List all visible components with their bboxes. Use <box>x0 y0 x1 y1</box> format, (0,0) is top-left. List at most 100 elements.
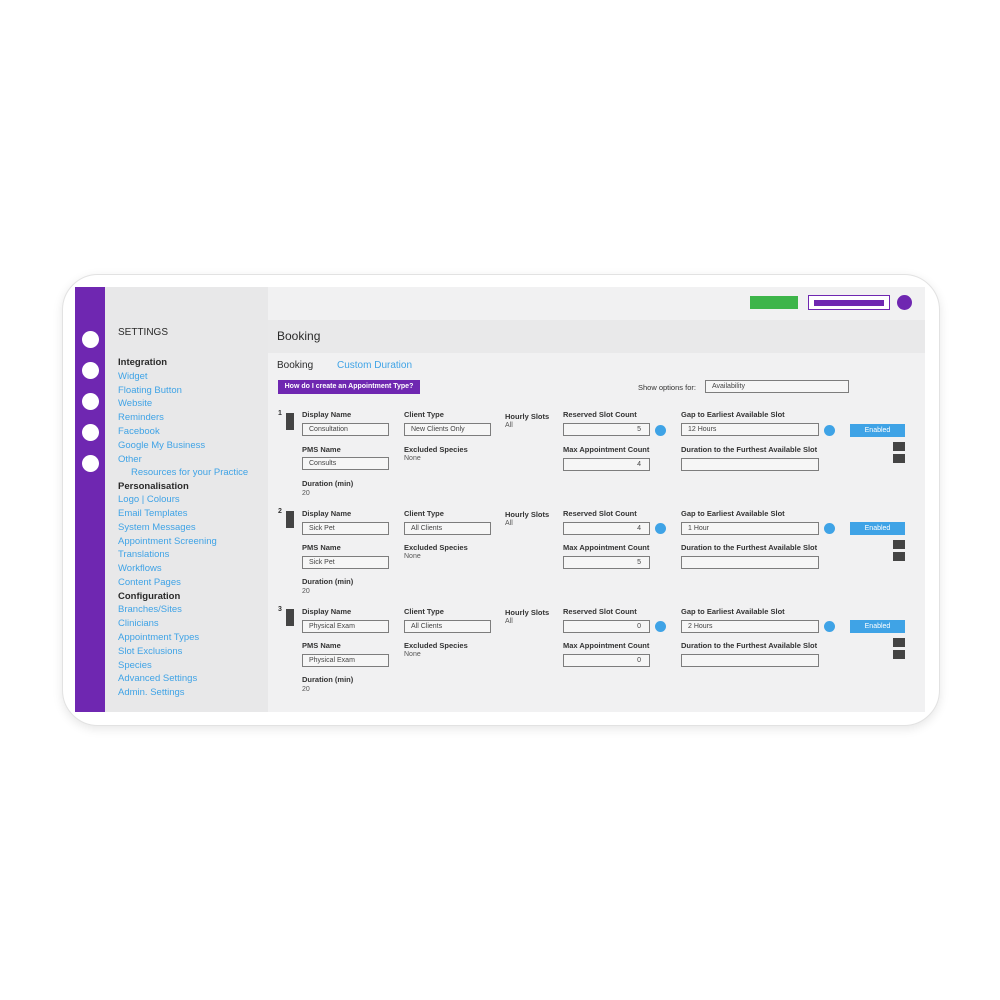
gap-earliest-label: Gap to Earliest Available Slot <box>681 607 785 616</box>
sidebar-item-slot-exclusions[interactable]: Slot Exclusions <box>118 646 182 657</box>
max-appointment-count-label: Max Appointment Count <box>563 445 650 454</box>
client-type-select[interactable]: All Clients <box>404 522 491 535</box>
avatar[interactable] <box>897 295 912 310</box>
sidebar-item-admin-settings[interactable]: Admin. Settings <box>118 687 185 698</box>
reserved-slot-count-input[interactable]: 0 <box>563 620 650 633</box>
sidebar-item-content-pages[interactable]: Content Pages <box>118 577 181 588</box>
duration-furthest-label: Duration to the Furthest Available Slot <box>681 641 818 650</box>
sidebar-item-system-messages[interactable]: System Messages <box>118 522 196 533</box>
sidebar-item-workflows[interactable]: Workflows <box>118 563 162 574</box>
max-appointment-count-input[interactable]: 0 <box>563 654 650 667</box>
max-appointment-count-input[interactable]: 5 <box>563 556 650 569</box>
sidebar-item-species[interactable]: Species <box>118 660 152 671</box>
rail-icon-3[interactable] <box>82 393 99 410</box>
duration-furthest-select[interactable] <box>681 556 819 569</box>
outlined-purple-block[interactable] <box>808 295 890 310</box>
sidebar-item-clinicians[interactable]: Clinicians <box>118 618 159 629</box>
edit-icon[interactable] <box>893 638 905 647</box>
duration-value: 20 <box>302 490 310 497</box>
delete-icon[interactable] <box>893 552 905 561</box>
sidebar-item-branches-sites[interactable]: Branches/Sites <box>118 604 182 615</box>
gap-earliest-select[interactable]: 12 Hours <box>681 423 819 436</box>
app-screen: SETTINGS Integration Widget Floating But… <box>75 287 925 712</box>
help-appointment-type-button[interactable]: How do I create an Appointment Type? <box>278 380 420 394</box>
reserved-slot-count-input[interactable]: 4 <box>563 522 650 535</box>
sidebar-item-reminders[interactable]: Reminders <box>118 412 164 423</box>
drag-handle[interactable] <box>286 413 294 430</box>
pms-name-input[interactable]: Consults <box>302 457 389 470</box>
edit-icon[interactable] <box>893 442 905 451</box>
info-icon[interactable] <box>824 621 835 632</box>
display-name-input[interactable]: Physical Exam <box>302 620 389 633</box>
pms-name-input[interactable]: Physical Exam <box>302 654 389 667</box>
duration-label: Duration (min) <box>302 577 354 586</box>
display-name-label: Display Name <box>302 410 352 419</box>
info-icon[interactable] <box>824 523 835 534</box>
rail-icon-2[interactable] <box>82 362 99 379</box>
sidebar-item-widget[interactable]: Widget <box>118 371 148 382</box>
reserved-slot-count-input[interactable]: 5 <box>563 423 650 436</box>
tab-custom-duration[interactable]: Custom Duration <box>337 360 412 371</box>
rail-icon-1[interactable] <box>82 331 99 348</box>
sidebar-heading-integration: Integration <box>118 357 168 368</box>
row-index: 2 <box>278 508 282 515</box>
outlined-block-fill <box>814 300 884 306</box>
rail-icon-4[interactable] <box>82 424 99 441</box>
sidebar-item-resources[interactable]: Resources for your Practice <box>131 467 248 478</box>
max-appointment-count-input[interactable]: 4 <box>563 458 650 471</box>
gap-earliest-select[interactable]: 2 Hours <box>681 620 819 633</box>
sidebar-item-logo-colours[interactable]: Logo | Colours <box>118 494 180 505</box>
sidebar-item-appointment-types[interactable]: Appointment Types <box>118 632 199 643</box>
edit-icon[interactable] <box>893 540 905 549</box>
client-type-select[interactable]: New Clients Only <box>404 423 491 436</box>
excluded-species-value: None <box>404 553 421 560</box>
settings-sidebar: SETTINGS Integration Widget Floating But… <box>105 287 268 712</box>
client-type-select[interactable]: All Clients <box>404 620 491 633</box>
reserved-slot-count-label: Reserved Slot Count <box>563 410 637 419</box>
drag-handle[interactable] <box>286 609 294 626</box>
display-name-input[interactable]: Consultation <box>302 423 389 436</box>
sidebar-item-facebook[interactable]: Facebook <box>118 426 160 437</box>
gap-earliest-label: Gap to Earliest Available Slot <box>681 410 785 419</box>
status-enabled-button[interactable]: Enabled <box>850 620 905 633</box>
duration-label: Duration (min) <box>302 479 354 488</box>
info-icon[interactable] <box>655 621 666 632</box>
pms-name-input[interactable]: Sick Pet <box>302 556 389 569</box>
info-icon[interactable] <box>655 425 666 436</box>
sidebar-title: SETTINGS <box>118 327 169 338</box>
rail-icon-5[interactable] <box>82 455 99 472</box>
status-enabled-button[interactable]: Enabled <box>850 424 905 437</box>
hourly-slots-label: Hourly Slots <box>505 510 550 519</box>
info-icon[interactable] <box>655 523 666 534</box>
duration-label: Duration (min) <box>302 675 354 684</box>
delete-icon[interactable] <box>893 650 905 659</box>
max-appointment-count-label: Max Appointment Count <box>563 543 650 552</box>
tab-booking[interactable]: Booking <box>277 360 313 371</box>
sidebar-item-email-templates[interactable]: Email Templates <box>118 508 188 519</box>
sidebar-item-google-my-business[interactable]: Google My Business <box>118 440 205 451</box>
sidebar-item-other[interactable]: Other <box>118 454 142 465</box>
reserved-slot-count-label: Reserved Slot Count <box>563 509 637 518</box>
display-name-input[interactable]: Sick Pet <box>302 522 389 535</box>
duration-value: 20 <box>302 686 310 693</box>
show-options-label: Show options for: <box>638 383 696 392</box>
sidebar-item-advanced-settings[interactable]: Advanced Settings <box>118 673 197 684</box>
sidebar-item-appointment-screening[interactable]: Appointment Screening <box>118 536 217 547</box>
sidebar-item-website[interactable]: Website <box>118 398 152 409</box>
info-icon[interactable] <box>824 425 835 436</box>
sidebar-item-floating-button[interactable]: Floating Button <box>118 385 182 396</box>
delete-icon[interactable] <box>893 454 905 463</box>
duration-furthest-select[interactable] <box>681 458 819 471</box>
green-block[interactable] <box>750 296 798 309</box>
status-enabled-button[interactable]: Enabled <box>850 522 905 535</box>
gap-earliest-select[interactable]: 1 Hour <box>681 522 819 535</box>
hourly-slots-label: Hourly Slots <box>505 608 550 617</box>
display-name-label: Display Name <box>302 607 352 616</box>
drag-handle[interactable] <box>286 511 294 528</box>
show-options-select[interactable]: Availability <box>705 380 849 393</box>
hourly-slots-label: Hourly Slots <box>505 412 550 421</box>
reserved-slot-count-label: Reserved Slot Count <box>563 607 637 616</box>
duration-furthest-select[interactable] <box>681 654 819 667</box>
row-index: 1 <box>278 410 282 417</box>
sidebar-item-translations[interactable]: Translations <box>118 549 169 560</box>
